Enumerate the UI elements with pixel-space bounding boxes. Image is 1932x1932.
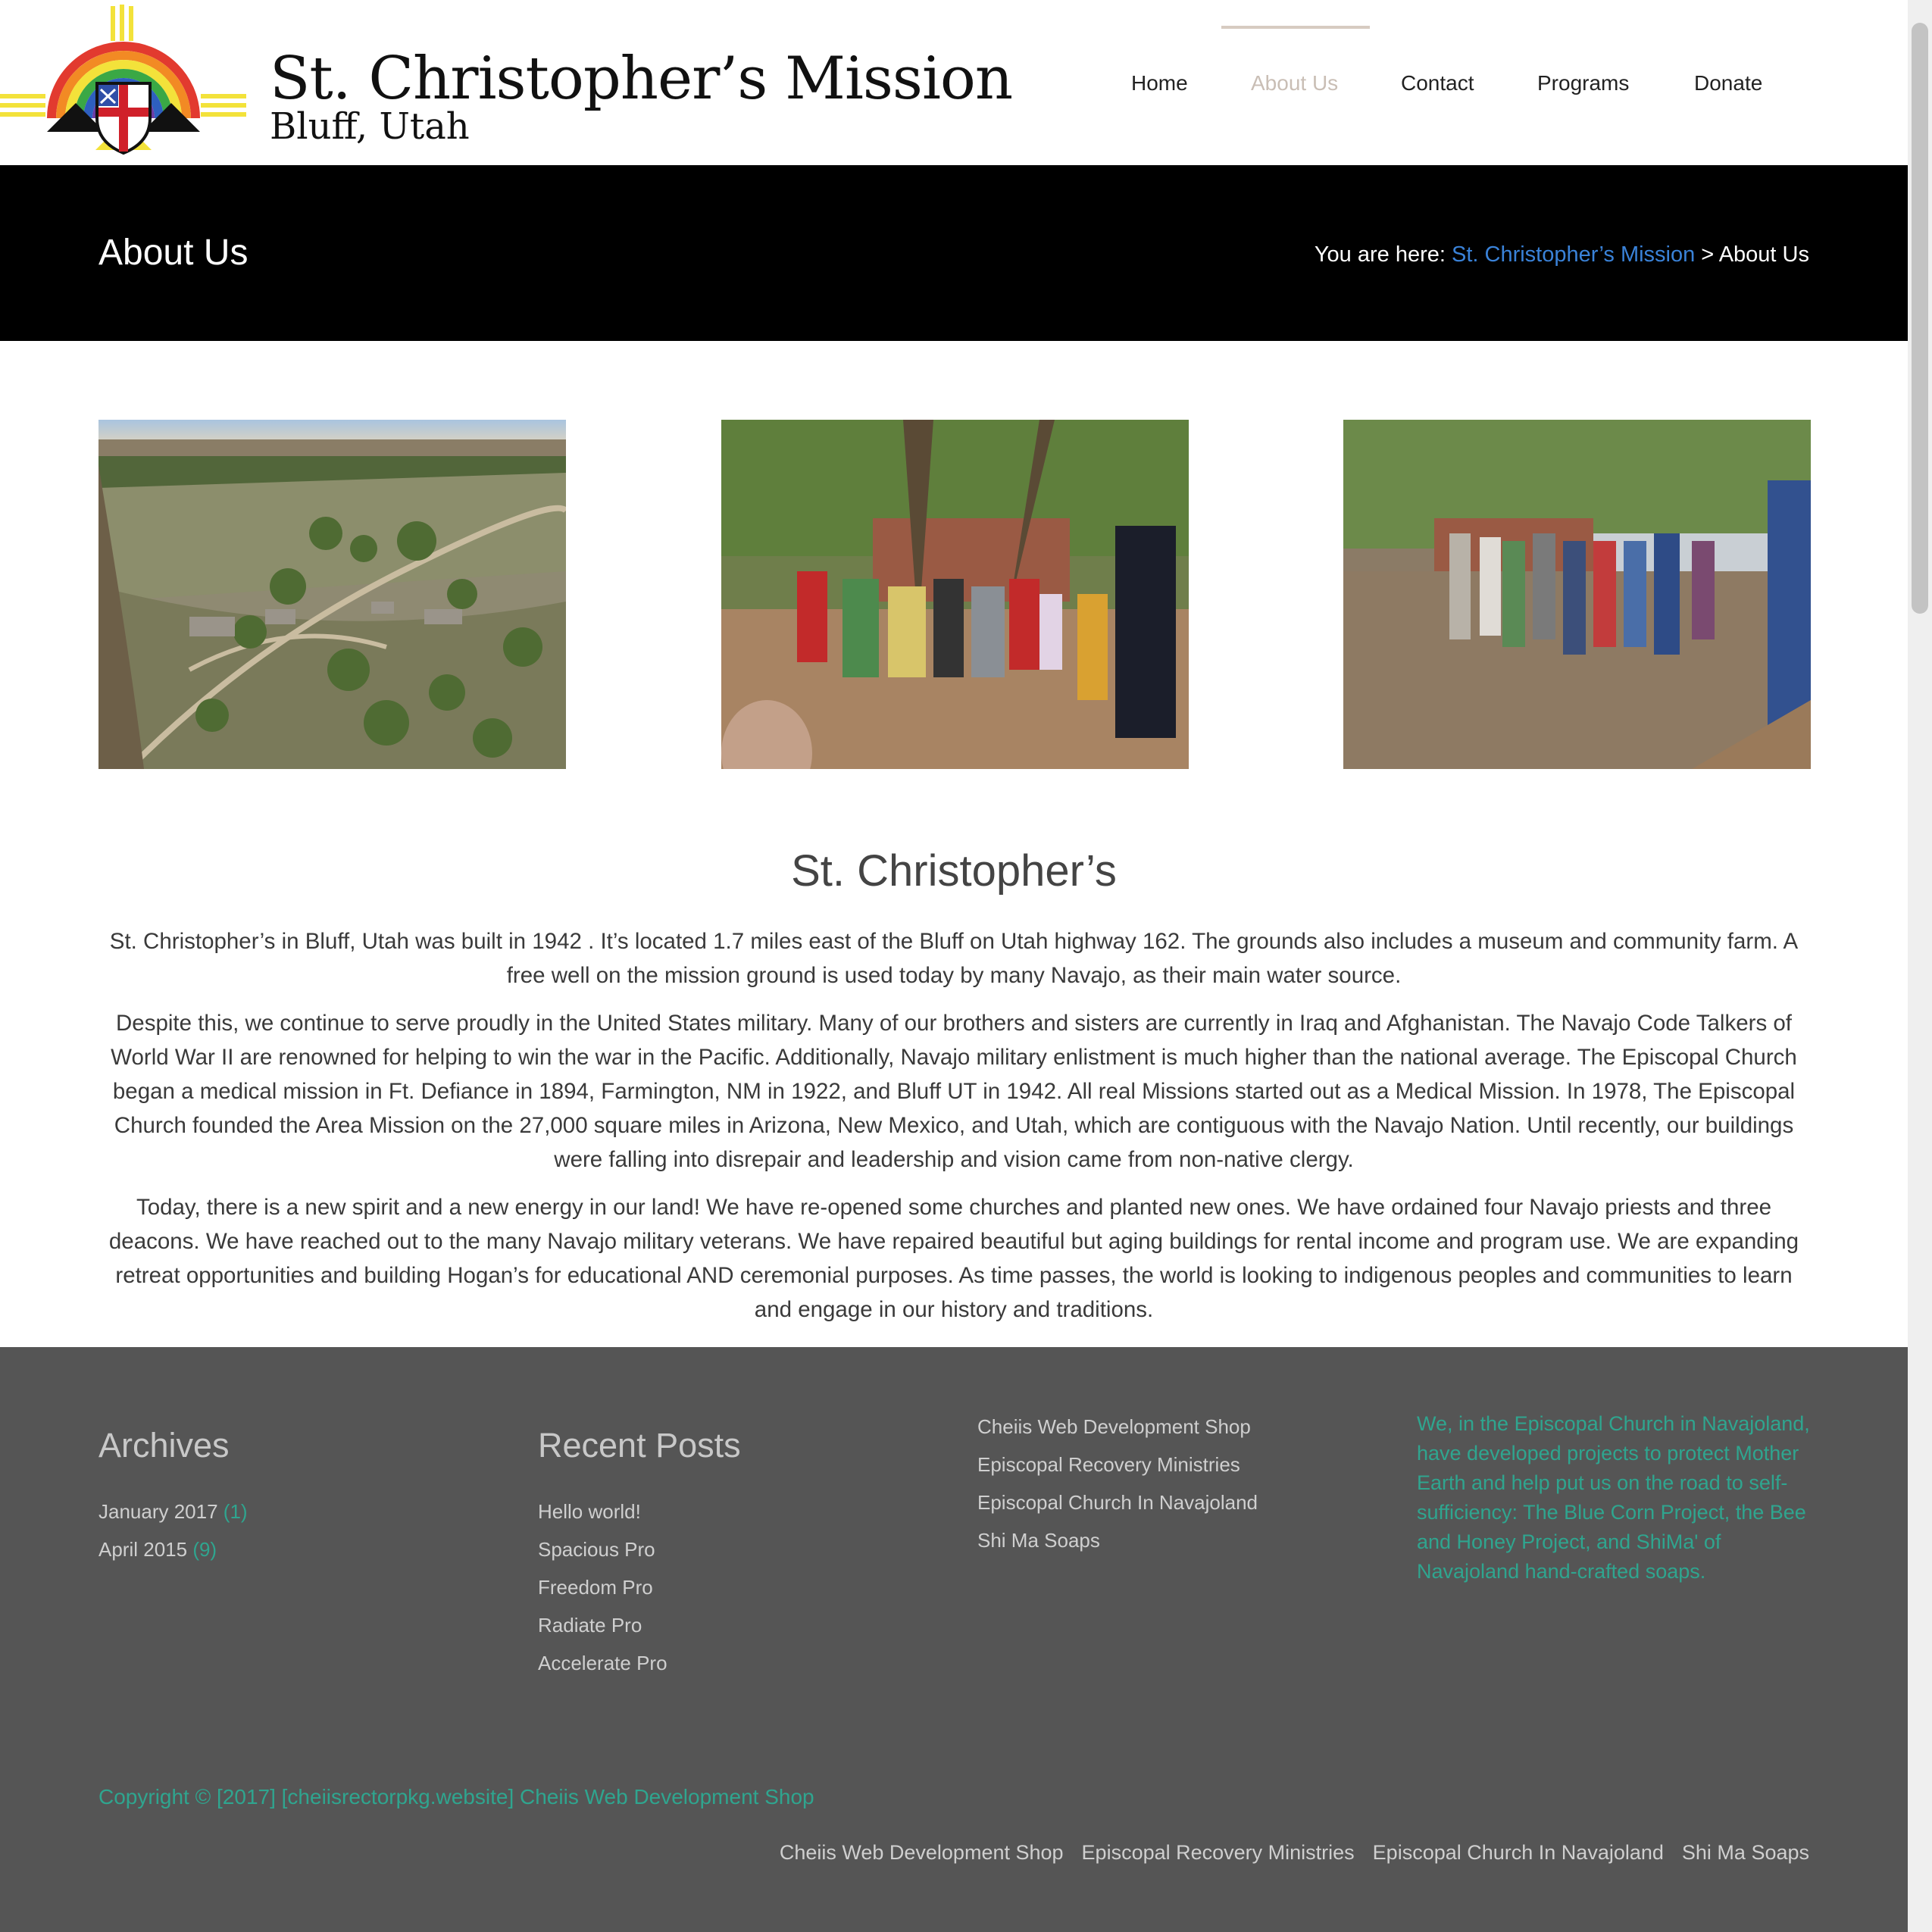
page-title: About Us (98, 233, 249, 273)
footer-link[interactable]: Episcopal Recovery Ministries (977, 1446, 1356, 1483)
archive-count: (9) (192, 1538, 217, 1561)
site-title: St. Christopher’s Mission (270, 45, 1013, 113)
scrollbar-thumb[interactable] (1912, 23, 1928, 614)
footer-link[interactable]: Shi Ma Soaps (977, 1521, 1356, 1559)
archive-link[interactable]: April 2015 (9) (98, 1530, 477, 1568)
recent-posts-heading: Recent Posts (538, 1426, 741, 1465)
footer-link[interactable]: Episcopal Church In Navajoland (977, 1483, 1356, 1521)
breadcrumb-prefix: You are here: (1314, 242, 1452, 267)
nav-donate[interactable]: Donate (1694, 71, 1762, 95)
breadcrumb-current: About Us (1718, 242, 1809, 267)
site-logo-text[interactable]: St. Christopher’s Mission Bluff, Utah (270, 45, 1013, 147)
archive-link[interactable]: January 2017 (1) (98, 1493, 477, 1530)
photo-circle-dance[interactable] (721, 420, 1189, 769)
section-heading: St. Christopher’s (791, 846, 1117, 896)
nav-active-indicator (1221, 26, 1370, 29)
photo-community-gathering[interactable] (1343, 420, 1811, 769)
breadcrumb-separator: > (1695, 242, 1719, 267)
footer-link[interactable]: Cheiis Web Development Shop (977, 1408, 1356, 1446)
photo-aerial-landscape[interactable] (98, 420, 566, 769)
recent-post-link[interactable]: Accelerate Pro (538, 1644, 917, 1682)
archives-widget: Archives January 2017 (1) April 2015 (9) (98, 1423, 477, 1568)
recent-post-link[interactable]: Radiate Pro (538, 1606, 917, 1644)
nav-contact[interactable]: Contact (1401, 71, 1474, 95)
recent-posts-widget: Recent Posts Hello world! Spacious Pro F… (538, 1423, 917, 1682)
breadcrumb: You are here: St. Christopher’s Mission … (1315, 242, 1809, 267)
about-content: St. Christopher’s St. Christopher’s in B… (98, 841, 1809, 1340)
mission-blurb: We, in the Episcopal Church in Navajolan… (1417, 1412, 1810, 1583)
nav-about-us[interactable]: About Us (1251, 71, 1338, 95)
paragraph-military: Despite this, we continue to serve proud… (111, 1011, 1797, 1172)
copyright-text: Copyright © [2017] [cheiisrectorpkg.webs… (98, 1785, 814, 1809)
site-header: St. Christopher’s Mission Bluff, Utah Ho… (0, 0, 1908, 165)
bottom-link[interactable]: Episcopal Church In Navajoland (1373, 1841, 1664, 1864)
bottom-link[interactable]: Episcopal Recovery Ministries (1082, 1841, 1355, 1864)
paragraph-history: St. Christopher’s in Bluff, Utah was bui… (109, 929, 1799, 988)
site-footer: Archives January 2017 (1) April 2015 (9)… (0, 1347, 1908, 1932)
recent-post-link[interactable]: Spacious Pro (538, 1530, 917, 1568)
archive-label[interactable]: January 2017 (98, 1500, 218, 1523)
page-title-bar: About Us You are here: St. Christopher’s… (0, 165, 1908, 341)
breadcrumb-home-link[interactable]: St. Christopher’s Mission (1452, 242, 1695, 267)
archive-count: (1) (223, 1500, 248, 1523)
archives-heading: Archives (98, 1426, 230, 1465)
mission-logo-emblem[interactable] (0, 5, 246, 156)
vertical-scrollbar[interactable] (1908, 0, 1932, 1932)
nav-programs[interactable]: Programs (1537, 71, 1629, 95)
bottom-link[interactable]: Shi Ma Soaps (1682, 1841, 1809, 1864)
recent-post-link[interactable]: Freedom Pro (538, 1568, 917, 1606)
footer-links-widget: Cheiis Web Development Shop Episcopal Re… (977, 1408, 1356, 1559)
nav-home[interactable]: Home (1131, 71, 1188, 95)
footer-about-blurb: We, in the Episcopal Church in Navajolan… (1417, 1409, 1811, 1587)
archive-label[interactable]: April 2015 (98, 1538, 187, 1561)
paragraph-today: Today, there is a new spirit and a new e… (108, 1195, 1799, 1322)
footer-bottom-menu: Cheiis Web Development Shop Episcopal Rec… (761, 1841, 1809, 1865)
recent-post-link[interactable]: Hello world! (538, 1493, 917, 1530)
bottom-link[interactable]: Cheiis Web Development Shop (780, 1841, 1064, 1864)
